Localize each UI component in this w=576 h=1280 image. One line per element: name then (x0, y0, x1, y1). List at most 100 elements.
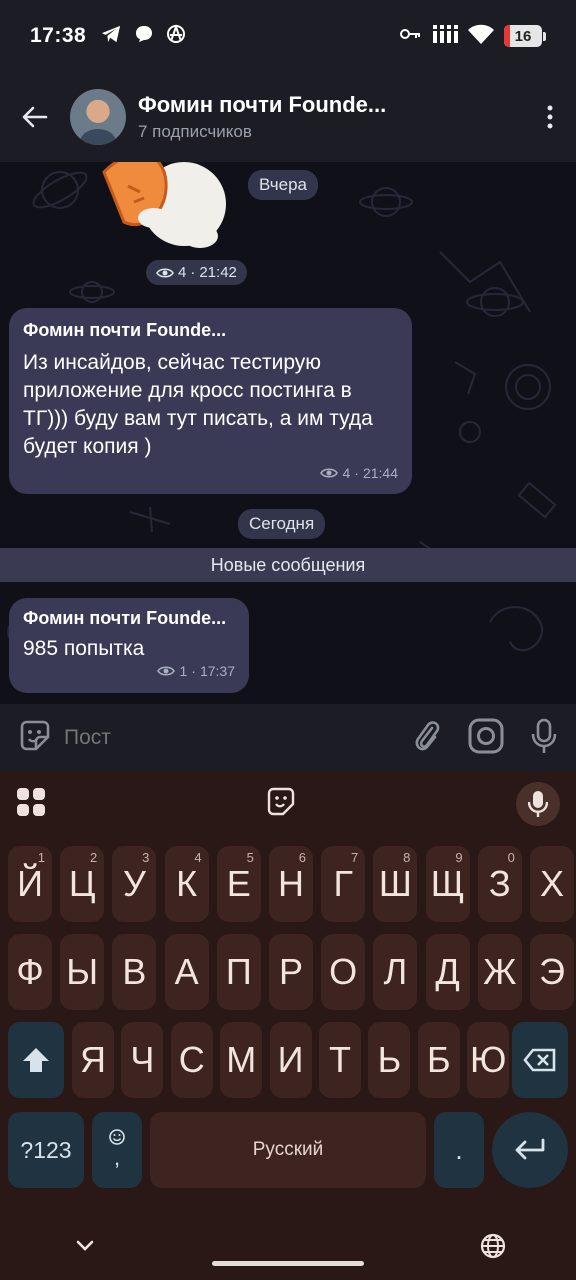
key-letter[interactable]: Е5 (216, 846, 261, 922)
on-screen-keyboard: Й1Ц2У3К4Е5Н6Г7Ш8Щ9З0Х ФЫВАПРОЛДЖЭ ЯЧСМИТ… (0, 772, 576, 1280)
message-input-bar (0, 704, 576, 772)
key-letter[interactable]: Й1 (8, 846, 52, 922)
channel-title-area[interactable]: Фомин почти Founde... 7 подписчиков (138, 92, 524, 142)
shift-key[interactable] (8, 1022, 64, 1098)
more-vert-icon (547, 105, 553, 129)
attach-button[interactable] (412, 719, 442, 758)
enter-key[interactable] (492, 1112, 568, 1188)
microphone-icon (531, 718, 557, 753)
emoji-sticker-button[interactable] (266, 787, 296, 822)
key-letter[interactable]: Ц2 (60, 846, 105, 922)
key-letter[interactable]: Р (269, 934, 313, 1010)
key-letter[interactable]: Н6 (269, 846, 313, 922)
sticker-icon (267, 787, 295, 815)
key-letter[interactable]: Я (72, 1022, 114, 1098)
key-letter[interactable]: М (220, 1022, 263, 1098)
key-letter[interactable]: Ю (467, 1022, 510, 1098)
emoji-comma-key[interactable]: , (92, 1112, 142, 1188)
key-letter[interactable]: А (164, 934, 209, 1010)
sticker-button[interactable] (18, 719, 52, 758)
key-label: Й (17, 863, 43, 904)
message-bubble[interactable]: Фомин почти Founde... 985 попытка 1 · 17… (9, 598, 249, 693)
key-label: Щ (430, 863, 465, 904)
key-label: Е (226, 863, 251, 904)
key-letter[interactable]: Г7 (321, 846, 366, 922)
eye-icon (156, 267, 174, 278)
voice-button[interactable] (530, 718, 558, 759)
key-number-hint: 4 (194, 850, 202, 865)
key-letter[interactable]: Б (417, 1022, 460, 1098)
key-letter[interactable]: Т (319, 1022, 361, 1098)
apps-grid-button[interactable] (16, 787, 46, 822)
keyboard-row-2: ФЫВАПРОЛДЖЭ (0, 934, 576, 1010)
back-button[interactable] (0, 106, 70, 128)
key-letter[interactable]: Ч (121, 1022, 164, 1098)
language-switch-button[interactable] (480, 1233, 506, 1264)
voice-input-button[interactable] (516, 782, 560, 826)
system-nav-bar (0, 1216, 576, 1280)
key-number-hint: 8 (403, 850, 411, 865)
enter-arrow-icon (515, 1138, 545, 1160)
sticker-views: 4 (178, 264, 187, 281)
key-letter[interactable]: К4 (164, 846, 209, 922)
key-letter[interactable]: Ф (8, 934, 52, 1010)
subscriber-count: 7 подписчиков (138, 122, 252, 141)
message-input[interactable] (64, 726, 412, 750)
signal-icon (432, 24, 458, 48)
period-key[interactable]: . (434, 1112, 484, 1188)
key-letter[interactable]: В (112, 934, 157, 1010)
key-letter[interactable]: Э (530, 934, 574, 1010)
keyboard-row-3: ЯЧСМИТЬБЮ (0, 1022, 576, 1098)
key-number-hint: 6 (298, 850, 306, 865)
keyboard-row-1: Й1Ц2У3К4Е5Н6Г7Ш8Щ9З0Х (0, 846, 576, 922)
key-letter[interactable]: И (269, 1022, 312, 1098)
key-number-hint: 9 (455, 850, 463, 865)
key-letter[interactable]: Ы (60, 934, 105, 1010)
key-number-hint: 1 (37, 850, 45, 865)
key-label: Н (278, 863, 304, 904)
more-menu-button[interactable] (524, 105, 576, 129)
key-label: З (488, 863, 511, 904)
key-letter[interactable]: Ж (477, 934, 522, 1010)
hide-keyboard-button[interactable] (76, 1239, 94, 1257)
space-key[interactable]: Русский (150, 1112, 426, 1188)
key-letter[interactable]: О (321, 934, 366, 1010)
cat-sticker-image[interactable] (74, 162, 234, 252)
message-time: 17:37 (199, 663, 235, 679)
key-letter[interactable]: Д (425, 934, 470, 1010)
eye-icon (320, 468, 339, 478)
key-number-hint: 0 (507, 850, 515, 865)
message-text: 985 попытка (23, 637, 145, 660)
key-letter[interactable]: Ш8 (373, 846, 418, 922)
key-letter[interactable]: У3 (112, 846, 157, 922)
key-letter[interactable]: Ь (368, 1022, 411, 1098)
key-number-hint: 5 (246, 850, 254, 865)
backspace-key[interactable] (512, 1022, 568, 1098)
key-letter[interactable]: З0 (477, 846, 522, 922)
date-separator-today: Сегодня (238, 509, 326, 539)
key-letter[interactable]: С (170, 1022, 213, 1098)
shift-arrow-icon (23, 1048, 49, 1072)
wifi-icon (468, 24, 494, 49)
arrow-left-icon (22, 106, 48, 128)
globe-icon (480, 1233, 506, 1258)
message-views: 1 (179, 663, 188, 679)
chat-bubble-icon (134, 24, 154, 49)
key-letter[interactable]: Л (373, 934, 418, 1010)
home-indicator[interactable] (212, 1261, 364, 1266)
status-bar: 17:38 16 (0, 0, 576, 72)
key-letter[interactable]: Х (530, 846, 574, 922)
chat-area[interactable]: Вчера 4 · 21:42 Фомин почти Founde... Из… (0, 162, 576, 704)
message-bubble[interactable]: Фомин почти Founde... Из инсайдов, сейча… (9, 308, 412, 494)
key-label: К (176, 863, 198, 904)
paperclip-icon (415, 720, 440, 750)
telegram-icon (100, 24, 122, 49)
channel-avatar[interactable] (70, 89, 126, 145)
key-letter[interactable]: Щ9 (425, 846, 470, 922)
camera-button[interactable] (468, 718, 504, 759)
message-views: 4 (342, 465, 351, 481)
key-label: У (122, 863, 146, 904)
symbols-key[interactable]: ?123 (8, 1112, 84, 1188)
key-number-hint: 3 (142, 850, 150, 865)
key-letter[interactable]: П (216, 934, 261, 1010)
